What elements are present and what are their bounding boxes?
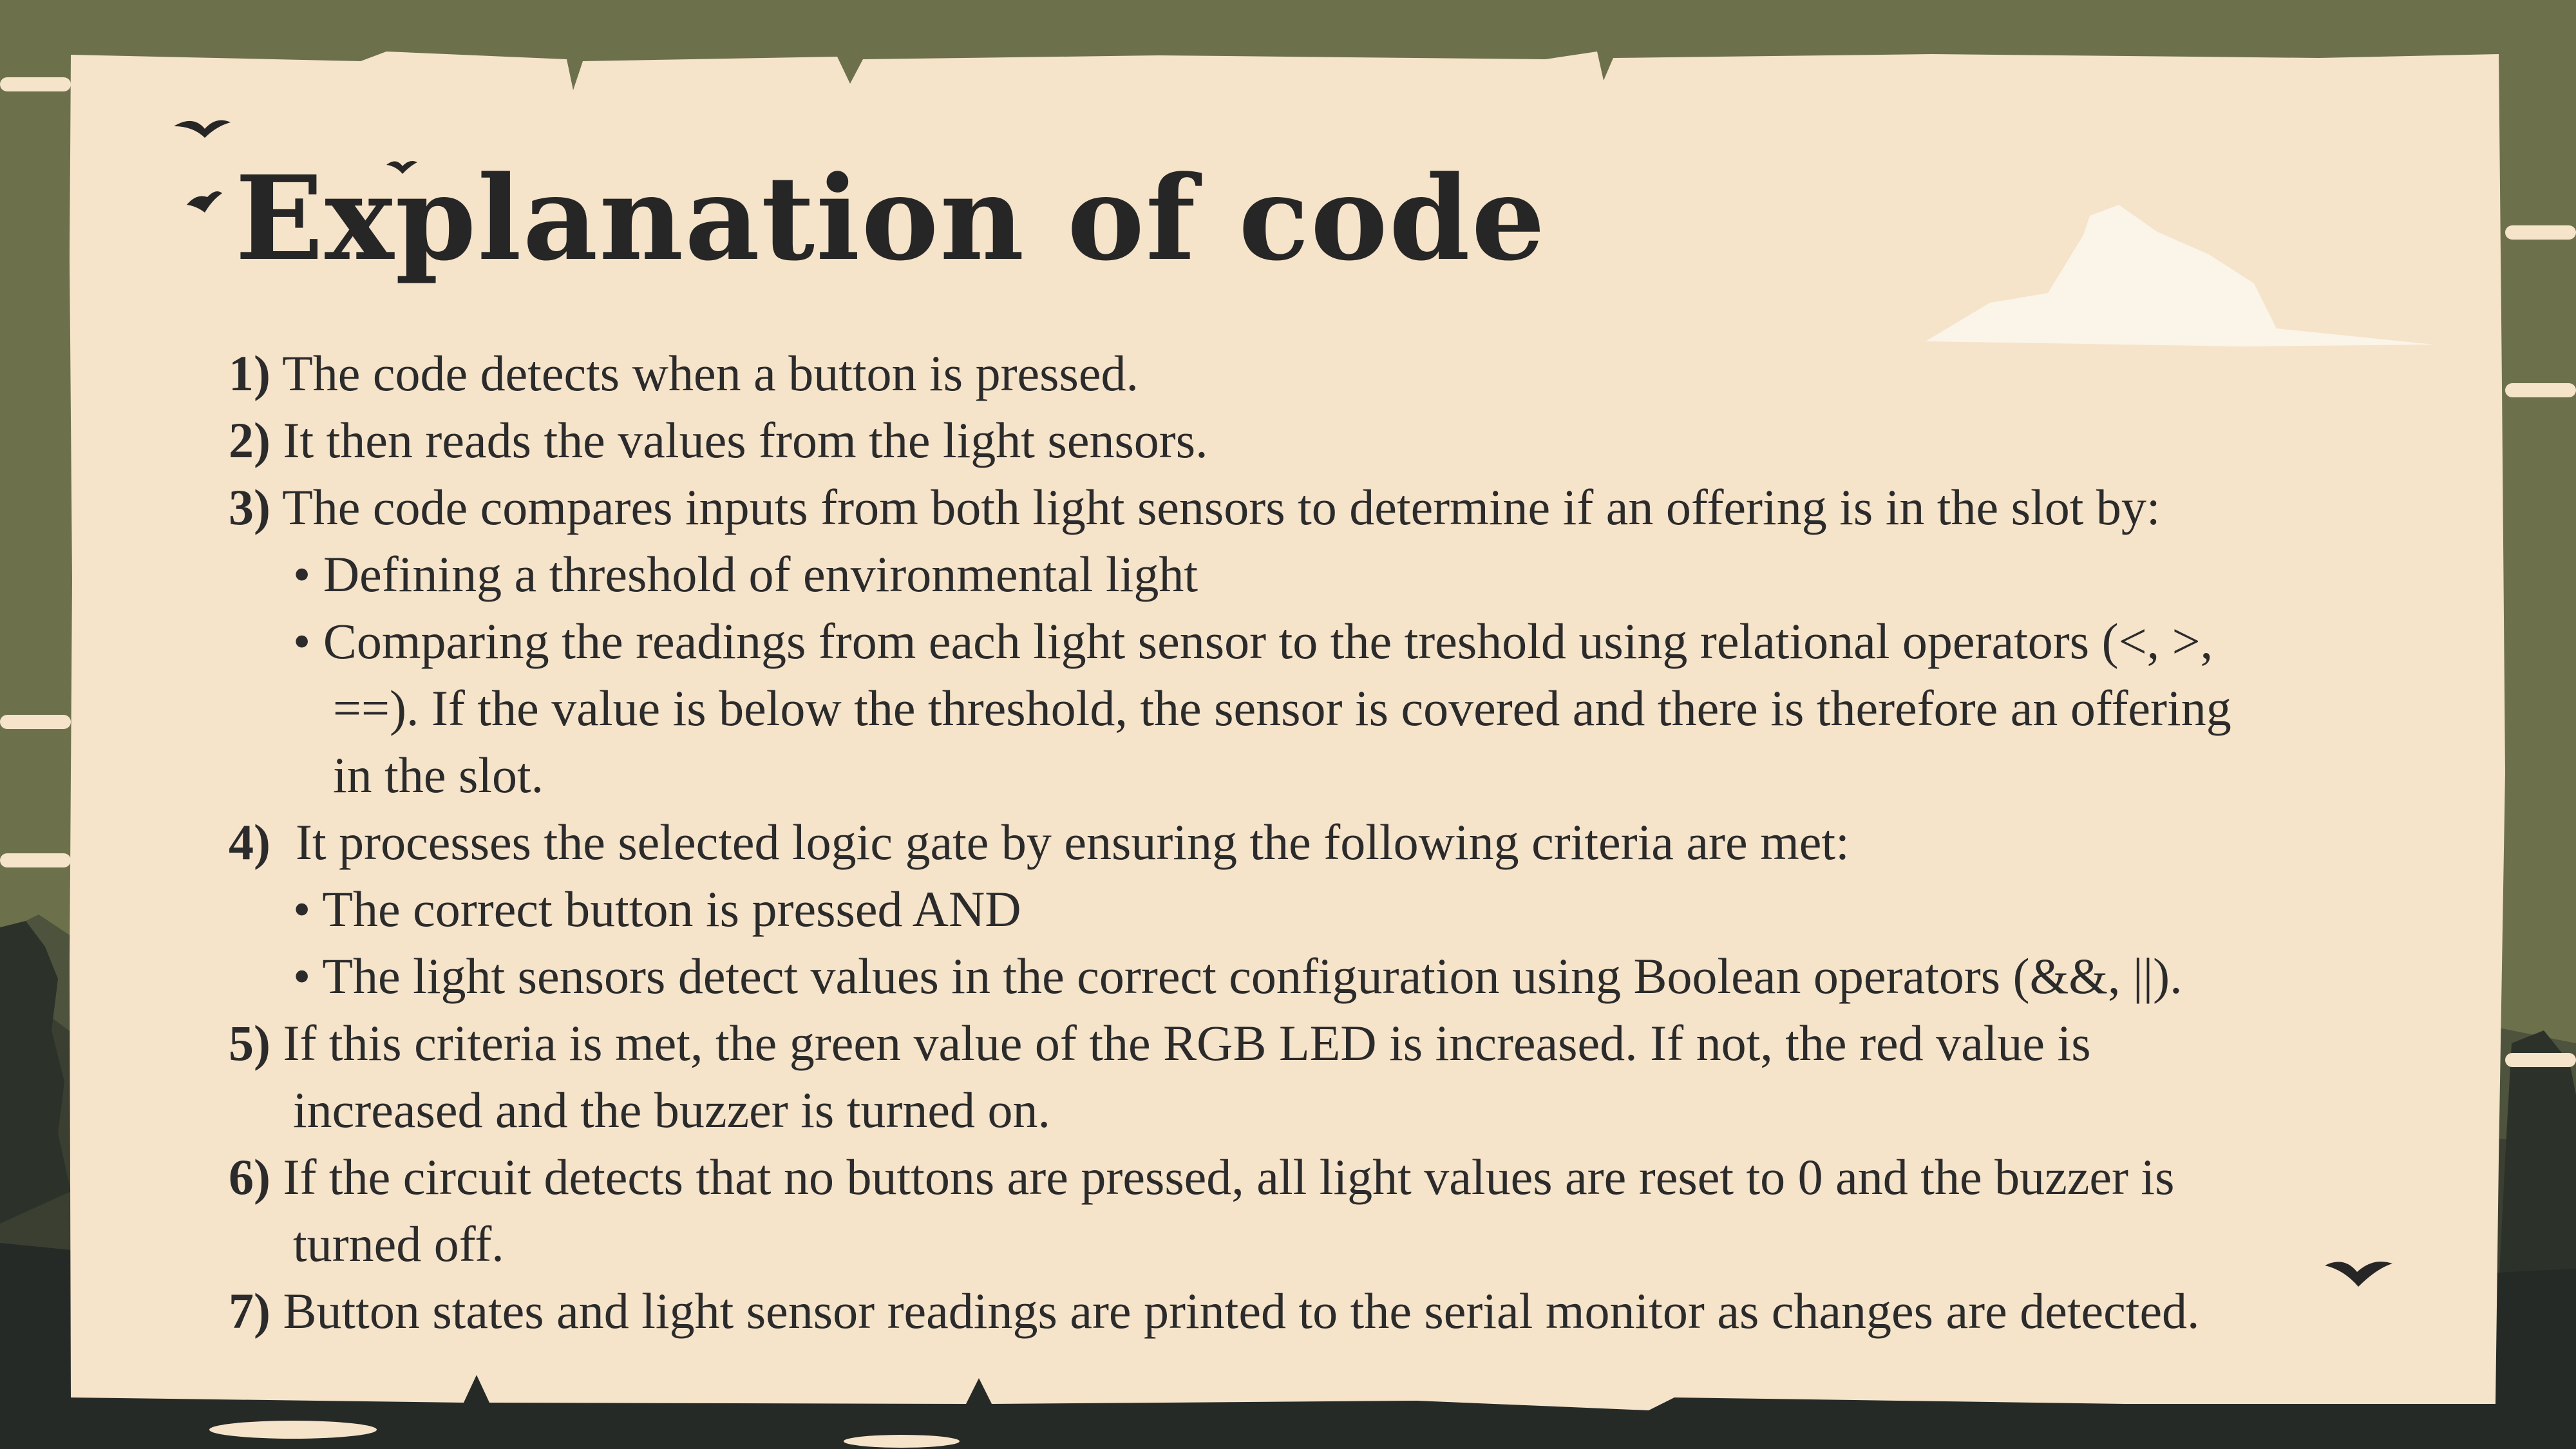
item-number: 4) [229, 814, 270, 870]
bullet: • [293, 546, 311, 602]
tree-right [2499, 1030, 2576, 1288]
item-text: Comparing the readings from each light s… [323, 613, 2213, 669]
bullet: • [293, 881, 311, 937]
item-text: ==). If the value is below the threshold… [333, 680, 2231, 736]
list-item: 3) The code compares inputs from both li… [229, 474, 2354, 541]
item-text: in the slot. [333, 747, 544, 803]
item-number: 1) [229, 345, 270, 401]
list-continuation: ==). If the value is below the threshold… [229, 675, 2354, 742]
list-item: 4) It processes the selected logic gate … [229, 809, 2354, 876]
bullet: • [293, 613, 311, 669]
item-text: The code compares inputs from both light… [282, 479, 2161, 535]
list-subitem: • Comparing the readings from each light… [229, 608, 2354, 675]
list-subitem: • The light sensors detect values in the… [229, 943, 2354, 1010]
item-text: Defining a threshold of environmental li… [323, 546, 1198, 602]
bullet: • [293, 948, 311, 1004]
list-item: 2) It then reads the values from the lig… [229, 407, 2354, 474]
item-text: The correct button is pressed AND [322, 881, 1021, 937]
list-item: 6) If the circuit detects that no button… [229, 1144, 2354, 1211]
item-text: It processes the selected logic gate by … [283, 814, 1850, 870]
item-number: 3) [229, 479, 270, 535]
item-text: If the circuit detects that no buttons a… [283, 1149, 2175, 1205]
item-text: The light sensors detect values in the c… [322, 948, 2183, 1004]
list-continuation: in the slot. [229, 742, 2354, 809]
item-number: 7) [229, 1283, 270, 1339]
list-subitem: • Defining a threshold of environmental … [229, 541, 2354, 608]
item-text: The code detects when a button is presse… [282, 345, 1139, 401]
item-text: If this criteria is met, the green value… [283, 1015, 2091, 1071]
list-item: 5) If this criteria is met, the green va… [229, 1010, 2354, 1077]
slide-title: Explanation of code [235, 151, 1547, 287]
item-text: Button states and light sensor readings … [283, 1283, 2200, 1339]
list-item: 1) The code detects when a button is pre… [229, 340, 2354, 407]
list-subitem: • The correct button is pressed AND [229, 876, 2354, 943]
item-text: turned off. [293, 1216, 504, 1272]
explanation-list: 1) The code detects when a button is pre… [229, 340, 2354, 1345]
list-continuation: increased and the buzzer is turned on. [229, 1077, 2354, 1144]
item-text: increased and the buzzer is turned on. [293, 1082, 1051, 1138]
list-continuation: turned off. [229, 1211, 2354, 1278]
list-item: 7) Button states and light sensor readin… [229, 1278, 2354, 1345]
item-number: 5) [229, 1015, 270, 1071]
item-number: 2) [229, 412, 270, 468]
item-text: It then reads the values from the light … [283, 412, 1208, 468]
item-number: 6) [229, 1149, 270, 1205]
